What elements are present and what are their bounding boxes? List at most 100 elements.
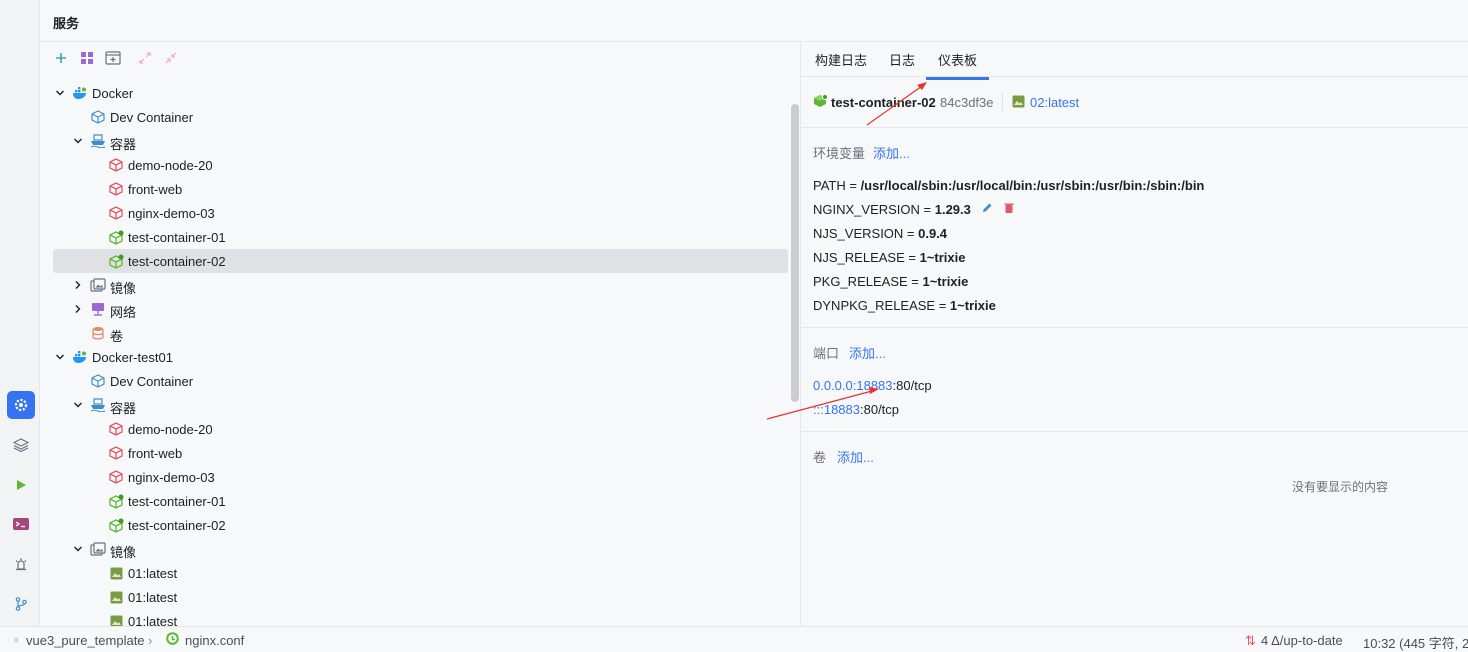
cube-outline-icon [90,109,106,125]
tree-row-images[interactable]: 镜像 [53,273,788,297]
cube-outline-icon [90,373,106,389]
tree-row-networks[interactable]: 网络 [53,297,788,321]
tree-item-label: 镜像 [110,545,137,560]
group-by-icon[interactable] [79,50,95,66]
image-icon [108,613,124,626]
image-icon [108,565,124,581]
port-container: :80/tcp [892,378,932,393]
port-host[interactable]: :::18883 [813,402,860,417]
tree-row-image[interactable]: 01:latest [53,585,788,609]
add-icon[interactable] [53,50,69,66]
volumes-section-title: 卷 [813,450,827,465]
tree-scrollbar[interactable] [791,104,799,402]
expand-all-icon[interactable] [137,50,153,66]
cursor-position[interactable]: 10:32 (445 字符, 2 [1363,633,1468,652]
layers-tool-button[interactable] [7,431,35,459]
env-var-key: NJS_VERSION = [813,226,919,241]
tree-item-label: demo-node-20 [128,422,213,437]
vcs-status[interactable]: 4 Δ/up-to-date [1261,633,1343,648]
chevron-right-icon: › [148,633,153,648]
vcs-arrows-icon: ⇅ [1245,633,1256,648]
port-row: 0.0.0.0:18883:80/tcp [813,378,932,393]
tree-item-label: test-container-02 [128,518,226,533]
volumes-add-link[interactable]: 添加... [837,447,874,466]
tree-row-container[interactable]: front-web [53,441,788,465]
tab-build-log[interactable]: 构建日志 [815,50,867,77]
tree-item-label: nginx-demo-03 [128,206,215,221]
tree-row-volumes[interactable]: 卷 [53,321,788,345]
gear-icon [14,398,28,412]
chevron-down-icon[interactable] [72,135,84,147]
env-var-key: NJS_RELEASE = [813,250,920,265]
port-host[interactable]: 0.0.0.0:18883 [813,378,893,393]
container-stopped-icon [108,445,124,461]
container-stopped-icon [108,181,124,197]
tree-row-dev-container[interactable]: Dev Container [53,369,788,393]
tree-item-label: Docker-test01 [92,350,173,365]
tree-row-images[interactable]: 镜像 [53,537,788,561]
chevron-down-icon[interactable] [54,87,66,99]
dashboard-panel: 构建日志 日志 仪表板 test-container-02 84c3df3e 0… [801,42,1468,626]
tree-row-containers[interactable]: 容器 [53,393,788,417]
tree-row-docker[interactable]: Docker [53,81,788,105]
problems-tool-button[interactable] [7,550,35,578]
tree-row-image[interactable]: 01:latest [53,561,788,585]
new-tab-icon[interactable] [105,50,121,66]
tree-row-docker[interactable]: Docker-test01 [53,345,788,369]
tree-row-container[interactable]: test-container-02 [53,513,788,537]
tree-item-label: 01:latest [128,590,178,605]
tree-row-container[interactable]: demo-node-20 [53,153,788,177]
container-stopped-icon [108,157,124,173]
services-title: 服务 [53,16,80,31]
chevron-down-icon[interactable] [72,543,84,555]
run-tool-button[interactable] [7,471,35,499]
container-running-icon [108,517,124,533]
env-var-row[interactable]: DYNPKG_RELEASE = 1~trixie [813,298,996,313]
tab-dashboard[interactable]: 仪表板 [926,50,990,80]
tree-row-container[interactable]: nginx-demo-03 [53,201,788,225]
breadcrumb-file[interactable]: nginx.conf [185,633,244,648]
env-var-value: 1.29.3 [934,202,971,217]
services-tool-button[interactable] [7,391,35,419]
collapse-all-icon[interactable] [163,50,179,66]
terminal-tool-button[interactable] [7,510,35,538]
empty-placeholder: 没有要显示的内容 [1292,480,1389,494]
env-var-row[interactable]: PATH = /usr/local/sbin:/usr/local/bin:/u… [813,178,1204,193]
env-add-link[interactable]: 添加... [873,143,910,162]
tree-row-container[interactable]: demo-node-20 [53,417,788,441]
delete-icon[interactable] [1003,202,1015,217]
tree-row-container[interactable]: test-container-02 [53,249,788,273]
container-name: test-container-02 [831,95,936,110]
env-var-row[interactable]: NJS_VERSION = 0.9.4 [813,226,947,241]
tree-row-container[interactable]: nginx-demo-03 [53,465,788,489]
env-var-row[interactable]: NGINX_VERSION = 1.29.3 [813,202,1015,217]
env-var-row[interactable]: PKG_RELEASE = 1~trixie [813,274,968,289]
port-row: :::18883:80/tcp [813,402,899,417]
tree-row-dev-container[interactable]: Dev Container [53,105,788,129]
tree-item-label: Dev Container [110,110,194,125]
tree-item-label: 容器 [110,401,137,416]
chevron-right-icon[interactable] [72,303,84,315]
tree-row-container[interactable]: test-container-01 [53,225,788,249]
container-image-link[interactable]: 02:latest [1030,95,1079,110]
tree-row-image[interactable]: 01:latest [53,609,788,626]
tab-log[interactable]: 日志 [889,50,915,77]
tree-row-container[interactable]: front-web [53,177,788,201]
images-icon [90,541,106,557]
chevron-down-icon[interactable] [54,351,66,363]
breadcrumb-project[interactable]: vue3_pure_template [26,633,145,648]
tree-item-label: 网络 [110,305,137,320]
edit-icon[interactable] [981,202,993,217]
git-tool-button[interactable] [7,590,35,618]
terminal-icon [13,518,29,530]
env-var-row[interactable]: NJS_RELEASE = 1~trixie [813,250,965,265]
docker-icon [72,85,88,101]
tree-row-container[interactable]: test-container-01 [53,489,788,513]
ports-add-link[interactable]: 添加... [849,343,886,362]
tree-row-containers[interactable]: 容器 [53,129,788,153]
tree-item-label: nginx-demo-03 [128,470,215,485]
tree-item-label: 01:latest [128,614,178,626]
chevron-down-icon[interactable] [72,399,84,411]
image-icon [108,589,124,605]
chevron-right-icon[interactable] [72,279,84,291]
